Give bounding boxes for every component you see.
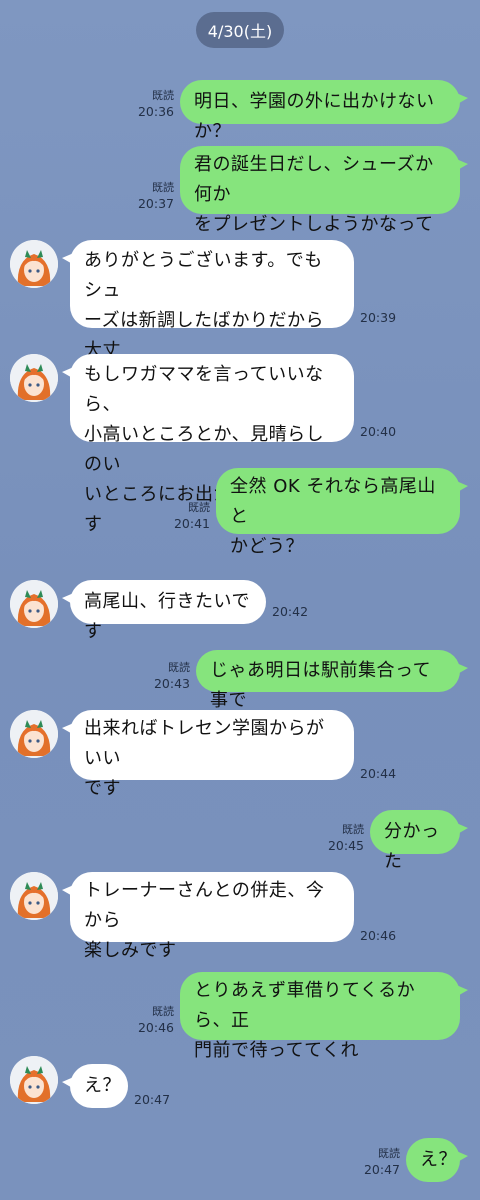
- message-time: 20:46: [137, 1020, 174, 1035]
- contact-avatar[interactable]: [10, 1056, 58, 1104]
- message-bubble-outgoing[interactable]: とりあえず車借りてくるから、正 門前で待っててくれ: [180, 972, 468, 1061]
- message-bubble-outgoing[interactable]: 分かった: [370, 810, 468, 872]
- message-time: 20:41: [173, 516, 210, 531]
- character-portrait-icon: [10, 354, 58, 402]
- read-receipt: 既読: [152, 89, 174, 102]
- message-time: 20:36: [137, 104, 174, 119]
- message-time: 20:44: [360, 766, 397, 781]
- message-meta: 既読 20:43: [142, 660, 190, 692]
- message-bubble-incoming[interactable]: 高尾山、行きたいです: [62, 580, 266, 642]
- date-separator: 4/30(土): [196, 12, 284, 48]
- message-meta: 既読 20:41: [162, 500, 210, 532]
- message-time: 20:46: [360, 928, 397, 943]
- message-bubble-incoming[interactable]: ありがとうございます。でもシュ ーズは新調したばかりだから大丈 夫です: [62, 240, 354, 391]
- message-bubble-incoming[interactable]: もしワガママを言っていいなら、 小高いところとか、見晴らしのい いところにお出か…: [62, 354, 354, 535]
- message-meta: 既読 20:36: [126, 88, 174, 120]
- message-meta: 既読 20:45: [316, 822, 364, 854]
- read-receipt: 既読: [188, 501, 210, 514]
- read-receipt: 既読: [168, 661, 190, 674]
- contact-avatar[interactable]: [10, 580, 58, 628]
- message-bubble-incoming[interactable]: え？: [62, 1064, 128, 1108]
- message-time: 20:47: [363, 1162, 400, 1177]
- message-time: 20:40: [360, 424, 397, 439]
- character-portrait-icon: [10, 872, 58, 920]
- character-portrait-icon: [10, 240, 58, 288]
- message-time: 20:39: [360, 310, 397, 325]
- message-bubble-outgoing[interactable]: 明日、学園の外に出かけないか？: [180, 80, 468, 142]
- contact-avatar[interactable]: [10, 710, 58, 758]
- message-meta: 既読 20:46: [126, 1004, 174, 1036]
- character-portrait-icon: [10, 710, 58, 758]
- read-receipt: 既読: [152, 181, 174, 194]
- contact-avatar[interactable]: [10, 354, 58, 402]
- read-receipt: 既読: [378, 1147, 400, 1160]
- message-meta: 既読 20:47: [352, 1146, 400, 1178]
- message-bubble-outgoing[interactable]: じゃあ明日は駅前集合って事で: [196, 650, 468, 711]
- message-bubble-outgoing[interactable]: 君の誕生日だし、シューズか何か をプレゼントしようかなって: [180, 146, 468, 235]
- message-bubble-incoming[interactable]: トレーナーさんとの併走、今から 楽しみです: [62, 872, 354, 961]
- message-meta: 既読 20:37: [126, 180, 174, 212]
- character-portrait-icon: [10, 1056, 58, 1104]
- message-bubble-outgoing[interactable]: 全然 OK それなら高尾山と かどう？: [216, 468, 468, 557]
- character-portrait-icon: [10, 580, 58, 628]
- contact-avatar[interactable]: [10, 240, 58, 288]
- message-time: 20:37: [137, 196, 174, 211]
- message-time: 20:47: [134, 1092, 171, 1107]
- read-receipt: 既読: [342, 823, 364, 836]
- read-receipt: 既読: [152, 1005, 174, 1018]
- message-time: 20:45: [327, 838, 364, 853]
- message-time: 20:42: [272, 604, 309, 619]
- message-bubble-outgoing[interactable]: え？: [406, 1138, 468, 1182]
- message-time: 20:43: [153, 676, 190, 691]
- contact-avatar[interactable]: [10, 872, 58, 920]
- message-bubble-incoming[interactable]: 出来ればトレセン学園からがいい です: [62, 710, 354, 799]
